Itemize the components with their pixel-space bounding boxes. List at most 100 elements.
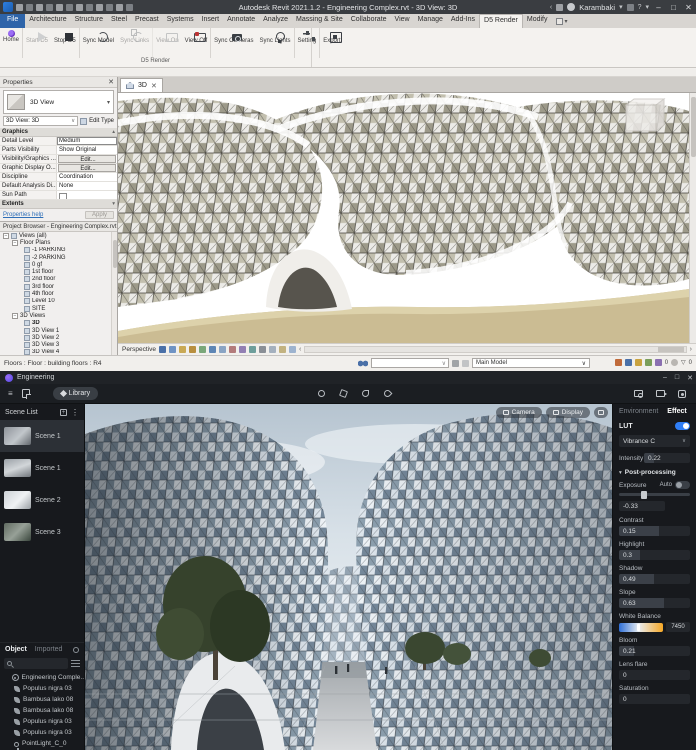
ribbon-button[interactable]: View On (153, 28, 182, 58)
param-slider-input[interactable]: 0 (619, 670, 690, 680)
ribbon-tab[interactable]: Steel (107, 14, 131, 28)
ribbon-button[interactable]: Sync Links (117, 28, 154, 59)
object-tree-item[interactable]: ▸ Populus nigra 03 (0, 683, 84, 694)
lut-preset-select[interactable]: Vibrance C ∨ (619, 435, 690, 447)
scene-menu-icon[interactable]: ⋮ (71, 408, 79, 417)
menu-icon[interactable]: ≡ (8, 389, 13, 398)
browser-3d-view-item[interactable]: 3D (0, 320, 117, 327)
select-underlay-icon[interactable] (671, 359, 679, 366)
ribbon-state-caret-icon[interactable]: ▾ (565, 18, 568, 25)
design-option-input[interactable]: ∨ (371, 358, 449, 368)
properties-help-link[interactable]: Properties help (3, 212, 43, 218)
ribbon-tab[interactable]: Precast (131, 14, 163, 28)
browser-floor-item[interactable]: -2 PARKING (0, 254, 117, 261)
ribbon-tab[interactable]: View (391, 14, 414, 28)
browser-floor-item[interactable]: SITE (0, 305, 117, 312)
list-view-icon[interactable] (71, 659, 80, 667)
property-value[interactable]: Medium (57, 137, 117, 145)
ribbon-tab[interactable]: Analyze (259, 14, 292, 28)
ribbon-tab[interactable]: Architecture (25, 14, 70, 28)
object-tree-item[interactable]: ▸ Engineering Comple... (0, 672, 84, 683)
project-browser-close-icon[interactable]: ✕ (116, 223, 117, 231)
collapse-icon[interactable]: − (12, 239, 18, 246)
detail-level-icon[interactable] (168, 346, 176, 353)
temporary-view-properties-icon[interactable] (258, 346, 266, 353)
switch-windows-icon[interactable] (126, 3, 133, 11)
ribbon-button[interactable]: Sync Cameras (211, 28, 256, 58)
display-button[interactable]: Display (545, 407, 590, 418)
ribbon-tab[interactable]: File (0, 14, 26, 28)
scene-item[interactable]: Scene 1 (0, 452, 84, 484)
expand-bar-icon[interactable]: ‹ (299, 346, 301, 353)
browser-floor-item[interactable]: 2nd floor (0, 276, 117, 283)
type-caret-icon[interactable]: ▾ (107, 99, 110, 106)
section-icon[interactable] (106, 3, 113, 11)
close-button[interactable]: ✕ (683, 3, 694, 12)
visual-style-icon[interactable] (158, 346, 166, 353)
property-value[interactable]: Show Original (57, 146, 117, 154)
help-caret-icon[interactable]: ▾ (645, 3, 649, 11)
tab-imported[interactable]: Imported (35, 646, 63, 653)
app-store-icon[interactable] (626, 3, 634, 11)
design-options-icon[interactable] (644, 359, 652, 366)
user-name[interactable]: Karambaki (579, 3, 615, 12)
exposure-slider[interactable] (619, 490, 690, 499)
browser-floor-item[interactable]: 4th floor (0, 290, 117, 298)
white-balance-slider[interactable] (619, 622, 663, 632)
edit-type-button[interactable]: Edit Type (80, 117, 114, 125)
property-row[interactable]: Default Analysis Di... None (0, 182, 117, 191)
ribbon-button[interactable]: Stop D5 (51, 28, 80, 59)
request-icon[interactable] (624, 359, 632, 366)
worksets-icon[interactable] (462, 359, 469, 367)
browser-floor-item[interactable]: 3rd floor (0, 283, 117, 290)
minimize-button[interactable]: – (653, 3, 664, 12)
text-icon[interactable] (86, 3, 93, 11)
property-value[interactable]: None (57, 182, 117, 190)
tree-floor-plans[interactable]: − Floor Plans (0, 239, 117, 246)
browser-floor-item[interactable]: Level 10 (0, 298, 117, 305)
lut-toggle[interactable] (675, 422, 690, 430)
redo-icon[interactable] (46, 3, 53, 11)
render-icon[interactable] (198, 346, 206, 353)
object-tree-item[interactable]: ▸ Bambusa lako 08 (0, 705, 84, 716)
view-cube[interactable] (624, 98, 666, 132)
shadows-icon[interactable] (188, 346, 196, 353)
collapse-icon[interactable]: − (12, 312, 18, 319)
thin-lines-icon[interactable] (116, 3, 123, 11)
ribbon-button[interactable]: Sync Lights (257, 28, 295, 59)
3d-view-icon[interactable] (96, 3, 103, 11)
scene-item[interactable]: Scene 3 (0, 516, 84, 548)
revit-logo-icon[interactable] (3, 2, 13, 12)
ribbon-tab[interactable]: Structure (71, 14, 107, 28)
tab-effect[interactable]: Effect (667, 408, 686, 415)
worksharing-icon[interactable] (614, 359, 622, 366)
property-row[interactable]: Visibility/Graphics ... Edit... (0, 155, 117, 164)
highlight-displacement-icon[interactable] (288, 346, 296, 353)
browser-3d-view-item[interactable]: 3D View 1 (0, 327, 117, 334)
analytical-model-icon[interactable] (278, 346, 286, 353)
sign-in-icon[interactable] (556, 3, 564, 11)
section-graphics[interactable]: Graphics ▴ (0, 128, 117, 137)
ribbon-tab[interactable]: Manage (414, 14, 447, 28)
ribbon-button[interactable]: View Off (182, 28, 212, 59)
print-icon[interactable] (56, 3, 63, 11)
open-icon[interactable] (16, 3, 23, 11)
search-collapse-icon[interactable]: ‹ (550, 4, 552, 11)
user-menu-caret-icon[interactable]: ▾ (619, 3, 623, 11)
property-row[interactable]: Parts Visibility Show Original (0, 146, 117, 155)
param-slider-input[interactable]: 0 (619, 694, 690, 704)
ribbon-button[interactable]: Sync Model (80, 28, 117, 58)
view-mode-label[interactable]: Perspective (122, 346, 156, 353)
view-selector[interactable]: 3D View: 3D ∨ (3, 116, 79, 126)
brush-tool-icon[interactable] (339, 389, 348, 398)
collapse-icon[interactable]: − (3, 232, 9, 239)
drawing-canvas[interactable] (118, 93, 689, 343)
ribbon-button[interactable]: Export (320, 28, 343, 58)
d5-close-button[interactable]: ✕ (687, 374, 693, 382)
filter-icon[interactable]: ▽ (681, 359, 686, 366)
object-search-input[interactable] (4, 657, 68, 669)
ribbon-button[interactable]: Setting (295, 28, 321, 59)
apply-button[interactable]: Apply (84, 211, 114, 219)
tree-3d-views[interactable]: − 3D Views (0, 312, 117, 319)
d5-viewport[interactable]: Camera Display (85, 404, 612, 750)
